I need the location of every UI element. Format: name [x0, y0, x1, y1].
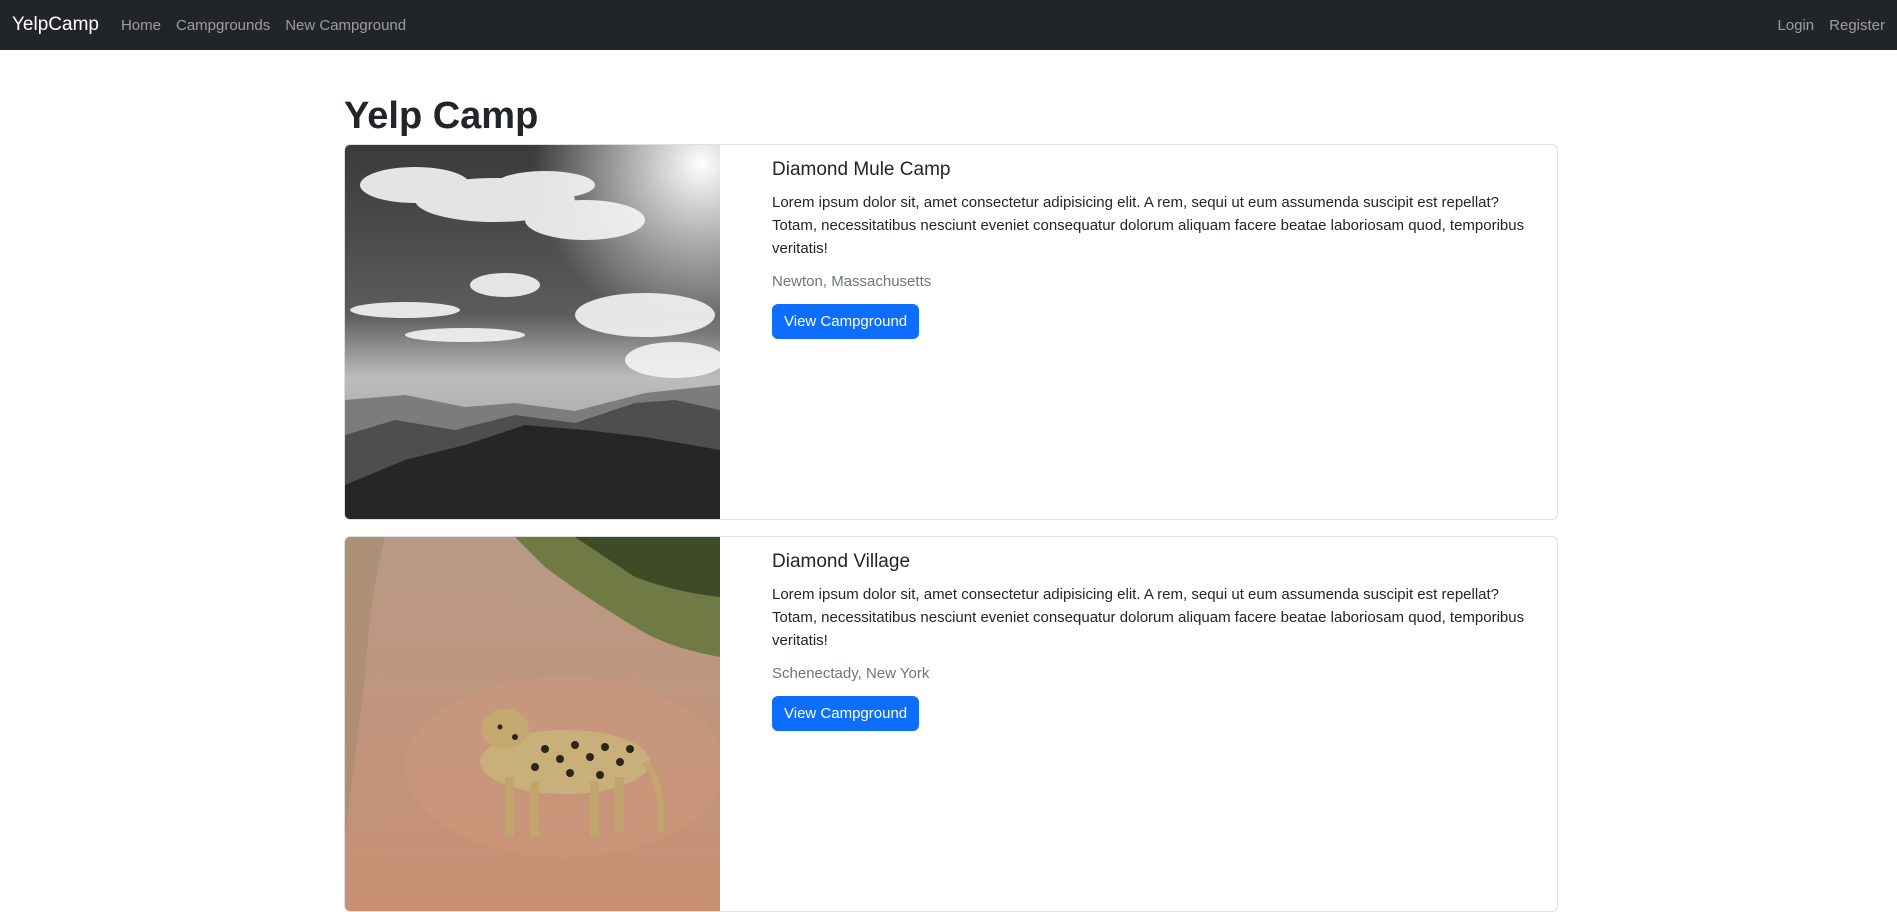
view-campground-button[interactable]: View Campground: [772, 303, 920, 339]
nav-link-register[interactable]: Register: [1829, 17, 1885, 34]
campground-card-body: Diamond Village Lorem ipsum dolor sit, a…: [720, 537, 1557, 911]
view-campground-button[interactable]: View Campground: [772, 695, 920, 731]
nav-link-campgrounds[interactable]: Campgrounds: [176, 17, 270, 34]
navbar: YelpCamp Home Campgrounds New Campground…: [0, 0, 1897, 50]
campground-card: Diamond Mule Camp Lorem ipsum dolor sit,…: [344, 143, 1558, 520]
campground-image: [345, 536, 720, 911]
campground-location: Schenectady, New York: [772, 664, 930, 682]
nav-link-new-campground[interactable]: New Campground: [285, 17, 406, 34]
nav-link-home[interactable]: Home: [121, 17, 161, 34]
campground-image: [345, 144, 720, 519]
nav-link-login[interactable]: Login: [1777, 17, 1814, 34]
campground-title: Diamond Mule Camp: [772, 158, 951, 180]
campground-card: Diamond Village Lorem ipsum dolor sit, a…: [344, 535, 1558, 912]
brand-link[interactable]: YelpCamp: [12, 14, 99, 36]
campground-description: Lorem ipsum dolor sit, amet consectetur …: [772, 585, 1525, 650]
campground-title: Diamond Village: [772, 550, 911, 572]
navbar-left: YelpCamp Home Campgrounds New Campground: [12, 14, 421, 36]
campground-card-body: Diamond Mule Camp Lorem ipsum dolor sit,…: [720, 145, 1557, 519]
main-container: Yelp Camp Diamond Mule Camp Lorem ipsum …: [344, 50, 1558, 912]
campground-description: Lorem ipsum dolor sit, amet consectetur …: [772, 193, 1525, 258]
campground-location: Newton, Massachusetts: [772, 272, 932, 290]
navbar-right: Login Register: [1762, 17, 1885, 34]
page-title: Yelp Camp: [344, 95, 539, 137]
